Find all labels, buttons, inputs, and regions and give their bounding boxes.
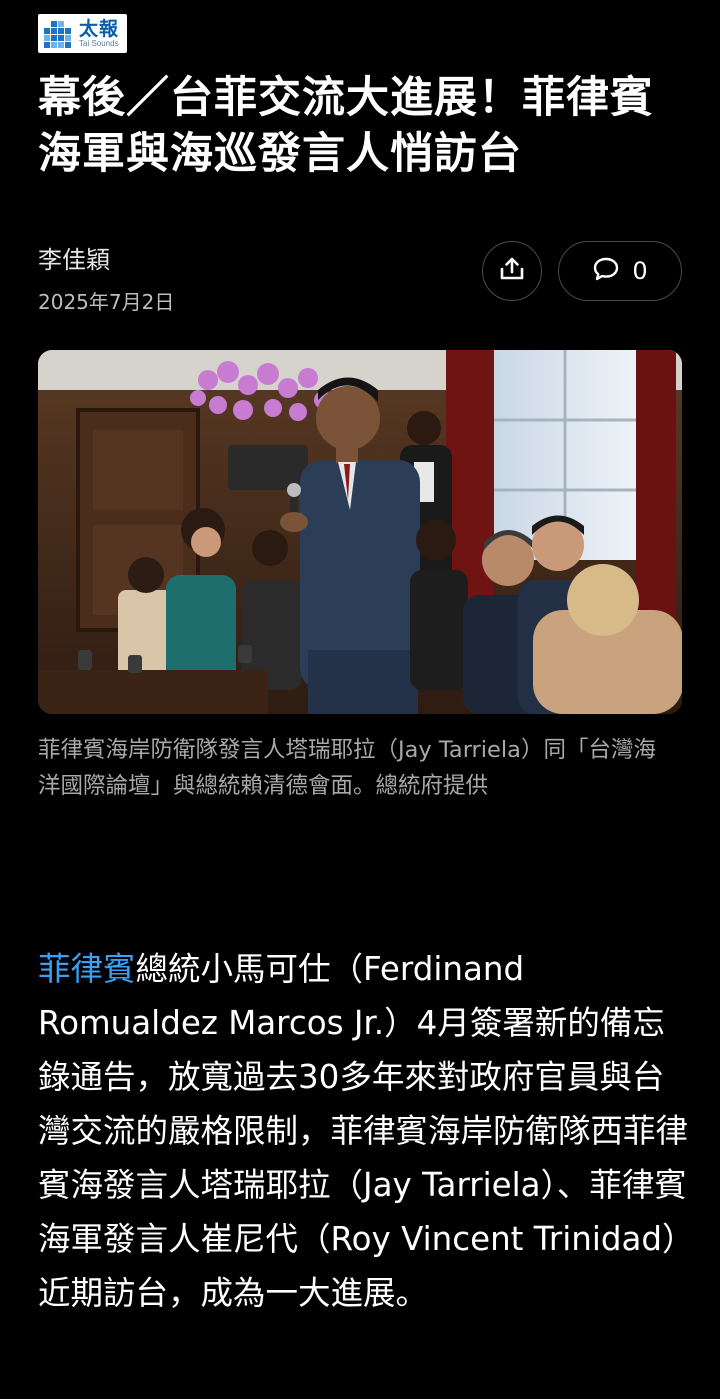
author-name[interactable]: 李佳穎 (38, 240, 110, 275)
comments-button[interactable]: 0 (558, 241, 682, 301)
article-page: 太報 Tai Sounds 幕後／台菲交流大進展！菲律賓海軍與海巡發言人悄訪台 … (0, 0, 720, 1399)
logo-chinese-text: 太報 (79, 17, 120, 40)
logo-mark-icon (41, 16, 77, 51)
publish-date: 2025年7月2日 (38, 290, 175, 314)
article-body-text: 總統小馬可仕（Ferdinand Romualdez Marcos Jr.）4月… (38, 950, 689, 1312)
share-button[interactable] (482, 241, 542, 301)
comment-count: 0 (632, 257, 648, 285)
logo-english-text: Tai Sounds (79, 38, 119, 48)
tag-link-philippines[interactable]: 菲律賓 (38, 950, 136, 988)
brand-logo[interactable]: 太報 Tai Sounds (38, 14, 127, 53)
article-photo[interactable] (38, 350, 682, 714)
article-body: 菲律賓總統小馬可仕（Ferdinand Romualdez Marcos Jr.… (38, 942, 688, 1320)
comment-bubble-icon (592, 255, 620, 287)
share-icon (498, 255, 526, 287)
article-title: 幕後／台菲交流大進展！菲律賓海軍與海巡發言人悄訪台 (38, 73, 654, 179)
photo-caption: 菲律賓海岸防衛隊發言人塔瑞耶拉（Jay Tarriela）同「台灣海洋國際論壇」… (38, 737, 656, 799)
